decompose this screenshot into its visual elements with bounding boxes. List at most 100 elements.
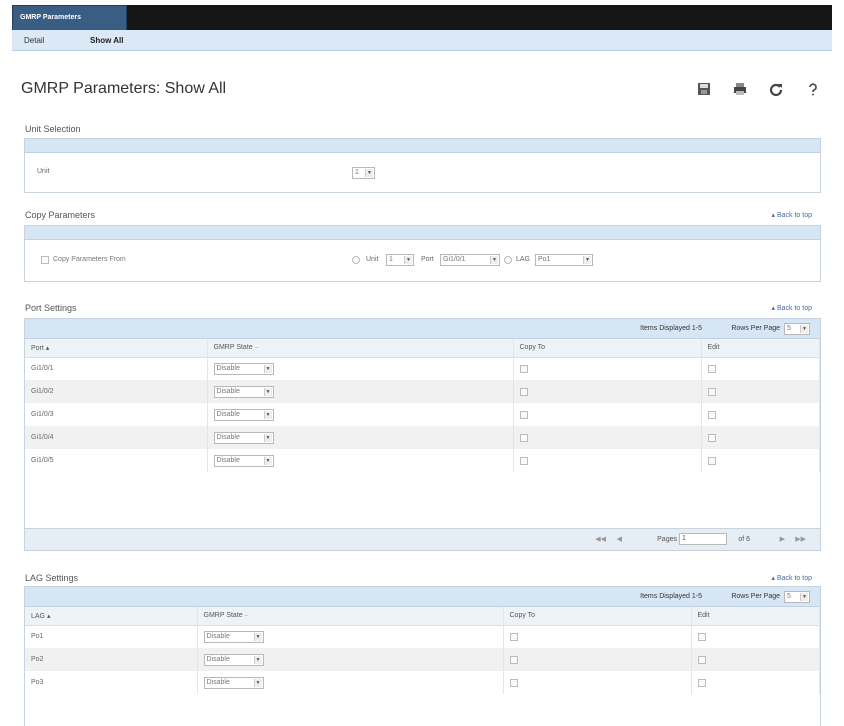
first-page-icon[interactable]: ◀◀ — [595, 535, 606, 543]
copy-to-checkbox[interactable] — [509, 678, 518, 687]
table-row: Gi1/0/4 Disable ▼ — [25, 426, 820, 449]
column-header-gmrp-state[interactable]: GMRP State – — [207, 339, 514, 358]
copy-parameters-panel: Copy Parameters From Unit 1 ▼ Port Gi1/0… — [24, 225, 821, 282]
unit-port-radio[interactable] — [352, 256, 360, 264]
chevron-down-icon: ▼ — [263, 433, 272, 442]
copy-to-checkbox[interactable] — [509, 632, 518, 641]
prev-page-icon[interactable]: ◀ — [617, 535, 622, 543]
sort-icon: – — [244, 612, 249, 620]
copy-lag-label: LAG — [516, 256, 531, 263]
column-header-edit: Edit — [701, 339, 820, 358]
edit-checkbox[interactable] — [707, 456, 716, 465]
help-icon[interactable] — [806, 82, 820, 96]
lag-radio[interactable] — [504, 256, 512, 264]
copy-unit-select[interactable]: 1 ▼ — [386, 254, 414, 266]
lag-settings-panel: Items Displayed 1-5 Rows Per Page 5 ▼ LA… — [24, 586, 821, 726]
chevron-down-icon: ▼ — [263, 364, 272, 373]
copy-parameters-from-label: Copy Parameters From — [53, 256, 126, 263]
tab-gmrp-parameters[interactable]: GMRP Parameters — [12, 5, 127, 30]
chevron-down-icon: ▼ — [404, 256, 412, 264]
unit-select-value: 1 — [355, 169, 359, 176]
rows-per-page-select[interactable]: 5 ▼ — [784, 591, 810, 603]
sub-navigation: Detail Show All — [12, 30, 832, 51]
copy-to-checkbox[interactable] — [519, 387, 528, 396]
edit-checkbox[interactable] — [697, 632, 706, 641]
copy-port-select[interactable]: Gi1/0/1 ▼ — [440, 254, 500, 266]
chevron-down-icon: ▼ — [490, 256, 498, 264]
subnav-show-all-link[interactable]: Show All — [90, 36, 123, 45]
gmrp-state-select[interactable]: Disable ▼ — [213, 408, 274, 421]
save-icon[interactable] — [697, 82, 711, 96]
chevron-down-icon: ▼ — [800, 325, 808, 333]
row-lag: Po3 — [25, 671, 198, 694]
refresh-icon[interactable] — [769, 82, 783, 96]
edit-checkbox[interactable] — [697, 678, 706, 687]
subnav-detail-link[interactable]: Detail — [24, 36, 44, 45]
edit-checkbox[interactable] — [697, 655, 706, 664]
row-port: Gi1/0/1 — [25, 357, 208, 380]
chevron-down-icon: ▼ — [253, 655, 262, 664]
page-of-label: of 6 — [738, 536, 750, 543]
gmrp-state-select[interactable]: Disable ▼ — [203, 653, 264, 666]
table-row: Gi1/0/3 Disable ▼ — [25, 403, 820, 426]
chevron-down-icon: ▼ — [583, 256, 591, 264]
page-number-input[interactable]: 1 — [679, 533, 727, 545]
column-header-gmrp-state[interactable]: GMRP State – — [197, 607, 504, 626]
sort-asc-icon: ▴ — [45, 344, 50, 352]
back-to-top-link[interactable]: ▴ Back to top — [772, 574, 813, 582]
edit-checkbox[interactable] — [707, 387, 716, 396]
lag-settings-table: LAG ▴ GMRP State – Copy To Edit Po1 Disab… — [25, 607, 820, 694]
column-header-copy-to: Copy To — [503, 607, 692, 626]
gmrp-state-select[interactable]: Disable ▼ — [203, 676, 264, 689]
unit-select[interactable]: 1 ▼ — [352, 167, 375, 179]
back-to-top-link[interactable]: ▴ Back to top — [772, 304, 813, 312]
table-row: Gi1/0/1 Disable ▼ — [25, 357, 820, 380]
copy-parameters-from-checkbox[interactable] — [41, 256, 49, 264]
copy-to-checkbox[interactable] — [519, 433, 528, 442]
edit-checkbox[interactable] — [707, 410, 716, 419]
column-header-copy-to: Copy To — [513, 339, 702, 358]
port-settings-panel: Items Displayed 1-5 Rows Per Page 5 ▼ Po… — [24, 318, 821, 551]
gmrp-state-select[interactable]: Disable ▼ — [213, 454, 274, 467]
copy-to-checkbox[interactable] — [519, 364, 528, 373]
gmrp-state-select[interactable]: Disable ▼ — [203, 630, 264, 643]
row-port: Gi1/0/4 — [25, 426, 208, 449]
table-row: Po3 Disable ▼ — [25, 671, 820, 694]
sort-asc-icon: ▴ — [46, 612, 51, 620]
table-row: Gi1/0/2 Disable ▼ — [25, 380, 820, 403]
row-port: Gi1/0/2 — [25, 380, 208, 403]
chevron-down-icon: ▼ — [253, 678, 262, 687]
rows-per-page-select[interactable]: 5 ▼ — [784, 323, 810, 335]
table-row: Po1 Disable ▼ — [25, 625, 820, 648]
back-to-top-link[interactable]: ▴ Back to top — [772, 211, 813, 219]
column-header-lag[interactable]: LAG ▴ — [25, 607, 198, 626]
chevron-down-icon: ▼ — [253, 632, 262, 641]
unit-selection-panel: Unit 1 ▼ — [24, 138, 821, 193]
copy-port-label: Port — [421, 256, 434, 263]
gmrp-state-select[interactable]: Disable ▼ — [213, 362, 274, 375]
print-icon[interactable] — [733, 82, 747, 96]
gmrp-state-select[interactable]: Disable ▼ — [213, 431, 274, 444]
next-page-icon[interactable]: ▶ — [780, 535, 785, 543]
gmrp-state-select[interactable]: Disable ▼ — [213, 385, 274, 398]
chevron-down-icon: ▼ — [263, 410, 272, 419]
port-settings-table: Port ▴ GMRP State – Copy To Edit Gi1/0/1… — [25, 339, 820, 472]
copy-lag-select[interactable]: Po1 ▼ — [535, 254, 593, 266]
row-port: Gi1/0/3 — [25, 403, 208, 426]
table-row: Gi1/0/5 Disable ▼ — [25, 449, 820, 472]
column-header-port[interactable]: Port ▴ — [25, 339, 208, 358]
chevron-down-icon: ▼ — [263, 456, 272, 465]
copy-to-checkbox[interactable] — [519, 410, 528, 419]
row-lag: Po2 — [25, 648, 198, 671]
unit-label: Unit — [37, 168, 50, 175]
sort-icon: – — [254, 344, 259, 352]
edit-checkbox[interactable] — [707, 364, 716, 373]
items-displayed: Items Displayed 1-5 — [640, 593, 702, 600]
copy-to-checkbox[interactable] — [509, 655, 518, 664]
top-tab-bar: GMRP Parameters — [0, 0, 844, 30]
items-displayed: Items Displayed 1-5 — [640, 325, 702, 332]
edit-checkbox[interactable] — [707, 433, 716, 442]
row-lag: Po1 — [25, 625, 198, 648]
copy-to-checkbox[interactable] — [519, 456, 528, 465]
last-page-icon[interactable]: ▶▶ — [795, 535, 806, 543]
